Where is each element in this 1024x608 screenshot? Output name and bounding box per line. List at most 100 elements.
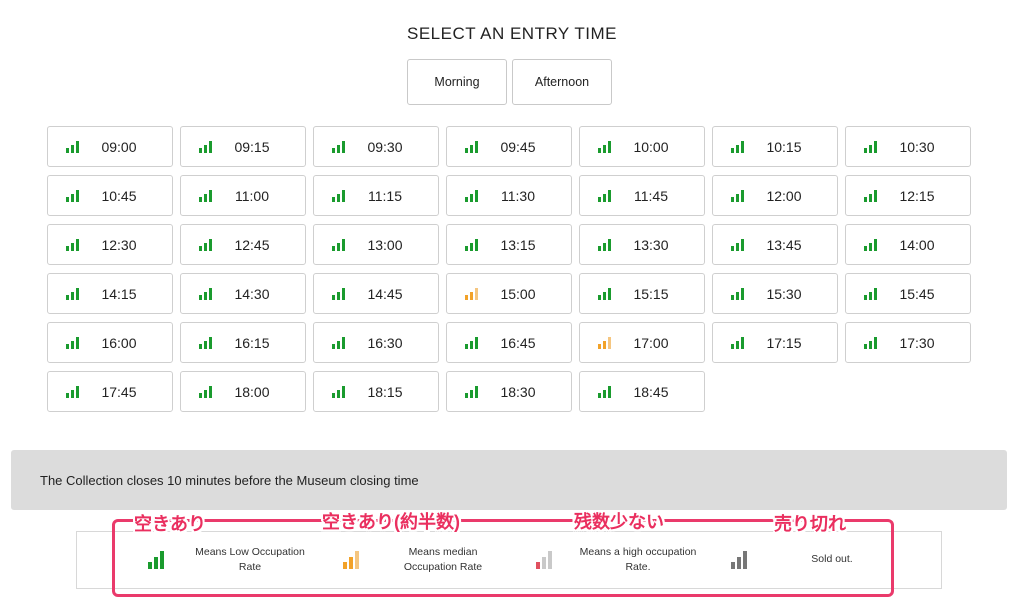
time-slot-1115[interactable]: 11:15 [313,175,439,216]
occupancy-low-icon [598,288,611,300]
legend-desc-low-line2: Rate [238,561,262,573]
period-tabs: Morning Afternoon [407,59,612,105]
time-slot-1145[interactable]: 11:45 [579,175,705,216]
time-slot-1230[interactable]: 12:30 [47,224,173,265]
occupancy-soldout-icon [731,551,747,569]
legend-desc-median-line2: Occupation Rate [403,561,483,573]
tab-afternoon[interactable]: Afternoon [512,59,612,105]
closing-notice: The Collection closes 10 minutes before … [11,450,1007,510]
time-slot-grid: 09:00 09:15 09:30 09:45 10:00 10:15 10:30 10:45… [47,126,977,412]
time-slot-1400[interactable]: 14:00 [845,224,971,265]
occupancy-low-icon [199,386,212,398]
occupancy-low-icon [465,141,478,153]
occupancy-low-icon [199,141,212,153]
time-slot-1315[interactable]: 13:15 [446,224,572,265]
time-slot-1415[interactable]: 14:15 [47,273,173,314]
occupancy-low-icon [66,337,79,349]
occupancy-high-icon [536,551,552,569]
time-slot-1800[interactable]: 18:00 [180,371,306,412]
time-slot-1015[interactable]: 10:15 [712,126,838,167]
jp-label-low: 空きあり [134,514,206,534]
occupancy-low-icon [199,288,212,300]
occupancy-low-icon [465,239,478,251]
time-slot-1215[interactable]: 12:15 [845,175,971,216]
occupancy-low-icon [199,337,212,349]
time-slot-1845[interactable]: 18:45 [579,371,705,412]
occupancy-low-icon [332,288,345,300]
time-slot-1730[interactable]: 17:30 [845,322,971,363]
time-slot-1030[interactable]: 10:30 [845,126,971,167]
occupancy-low-icon [864,239,877,251]
time-slot-1330[interactable]: 13:30 [579,224,705,265]
occupancy-low-icon [465,337,478,349]
time-slot-0945[interactable]: 09:45 [446,126,572,167]
time-slot-1815[interactable]: 18:15 [313,371,439,412]
time-slot-1545[interactable]: 15:45 [845,273,971,314]
legend-desc-low: Means Low Occupation Rate [190,545,310,575]
time-slot-1200[interactable]: 12:00 [712,175,838,216]
time-slot-1000[interactable]: 10:00 [579,126,705,167]
occupancy-low-icon [332,190,345,202]
time-slot-1515[interactable]: 15:15 [579,273,705,314]
time-slot-1630[interactable]: 16:30 [313,322,439,363]
time-slot-1300[interactable]: 13:00 [313,224,439,265]
occupancy-low-icon [864,190,877,202]
occupancy-low-icon [465,190,478,202]
occupancy-low-icon [598,386,611,398]
legend-desc-high-line2: Rate. [625,561,651,573]
time-slot-1445[interactable]: 14:45 [313,273,439,314]
time-slot-1500[interactable]: 15:00 [446,273,572,314]
time-slot-1700[interactable]: 17:00 [579,322,705,363]
time-slot-1745[interactable]: 17:45 [47,371,173,412]
occupancy-low-icon [731,141,744,153]
legend-desc-high: Means a high occupation Rate. [572,545,704,575]
time-slot-1530[interactable]: 15:30 [712,273,838,314]
occupancy-low-icon [864,337,877,349]
occupancy-low-icon [66,190,79,202]
occupancy-median-icon [343,551,359,569]
time-slot-1830[interactable]: 18:30 [446,371,572,412]
occupancy-low-icon [332,386,345,398]
jp-label-median: 空きあり(約半数) [322,512,460,532]
occupancy-median-icon [598,337,611,349]
time-slot-1430[interactable]: 14:30 [180,273,306,314]
occupancy-low-icon [864,141,877,153]
legend-desc-median: Means median Occupation Rate [388,545,498,575]
time-slot-1100[interactable]: 11:00 [180,175,306,216]
occupancy-low-icon [148,551,164,569]
time-slot-1615[interactable]: 16:15 [180,322,306,363]
occupancy-low-icon [465,386,478,398]
occupancy-low-icon [731,337,744,349]
occupancy-low-icon [332,337,345,349]
occupancy-low-icon [66,239,79,251]
jp-label-soldout: 売り切れ [774,514,846,534]
occupancy-low-icon [731,190,744,202]
occupancy-low-icon [731,288,744,300]
time-slot-0900[interactable]: 09:00 [47,126,173,167]
occupancy-low-icon [332,141,345,153]
occupancy-low-icon [864,288,877,300]
occupancy-low-icon [66,386,79,398]
occupancy-low-icon [66,288,79,300]
occupancy-low-icon [66,141,79,153]
time-slot-1345[interactable]: 13:45 [712,224,838,265]
time-slot-1045[interactable]: 10:45 [47,175,173,216]
page-title: SELECT AN ENTRY TIME [407,24,617,43]
occupancy-low-icon [199,190,212,202]
time-slot-0915[interactable]: 09:15 [180,126,306,167]
time-slot-1645[interactable]: 16:45 [446,322,572,363]
time-slot-1130[interactable]: 11:30 [446,175,572,216]
legend-desc-high-line1: Means a high occupation [579,546,697,558]
occupancy-low-icon [199,239,212,251]
time-slot-0930[interactable]: 09:30 [313,126,439,167]
time-slot-1245[interactable]: 12:45 [180,224,306,265]
occupancy-low-icon [332,239,345,251]
occupancy-low-icon [731,239,744,251]
time-slot-1600[interactable]: 16:00 [47,322,173,363]
legend-desc-low-line1: Means Low Occupation [195,546,305,558]
occupancy-low-icon [598,239,611,251]
jp-label-high: 残数少ない [574,512,664,532]
time-slot-1715[interactable]: 17:15 [712,322,838,363]
occupancy-low-icon [598,190,611,202]
tab-morning[interactable]: Morning [407,59,507,105]
